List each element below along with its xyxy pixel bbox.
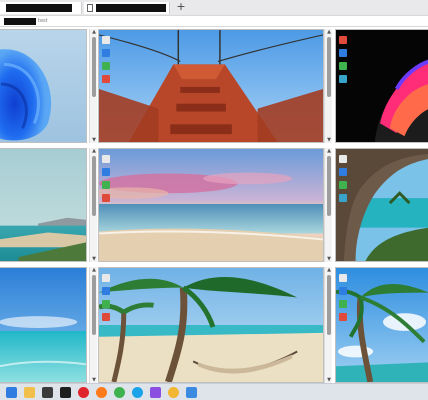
desktop-icon-2[interactable] <box>102 168 110 176</box>
desktop-icon-3[interactable] <box>339 62 347 70</box>
opera-icon[interactable] <box>78 387 89 398</box>
scroll-up-icon[interactable]: ▲ <box>326 149 332 154</box>
scroll-down-icon[interactable]: ▼ <box>91 138 97 143</box>
desktop-icon-3[interactable] <box>339 181 347 189</box>
redacted-tab-title <box>96 4 166 12</box>
redacted-address <box>4 18 36 25</box>
scrollbar-thumb[interactable] <box>92 275 96 335</box>
app-icon[interactable] <box>42 387 53 398</box>
hammock-beach-image <box>99 268 323 382</box>
scroll-up-icon[interactable]: ▲ <box>91 30 97 35</box>
desktop-icon-1[interactable] <box>339 36 347 44</box>
address-suffix: test <box>38 18 48 24</box>
chrome-icon[interactable] <box>114 387 125 398</box>
abstract-flower-image <box>336 30 428 142</box>
skype-icon[interactable] <box>132 387 143 398</box>
desktop-icon-1[interactable] <box>102 274 110 282</box>
taskbar <box>0 383 428 400</box>
scroll-up-icon[interactable]: ▲ <box>326 30 332 35</box>
beach-sunset-image <box>99 149 323 261</box>
windows-bloom-image <box>0 30 86 142</box>
rock-arch-image <box>336 149 428 261</box>
tile-hammock-beach[interactable] <box>98 267 324 383</box>
scrollbar-col-2[interactable]: ▲ ▼ <box>324 29 332 143</box>
scrollbar-col-1[interactable]: ▲ ▼ <box>89 29 97 143</box>
scrollbar-col-2[interactable]: ▲ ▼ <box>324 267 332 383</box>
desktop-icon-3[interactable] <box>339 300 347 308</box>
scroll-down-icon[interactable]: ▼ <box>326 257 332 262</box>
redacted-tab-title <box>6 4 72 12</box>
desktop-icons <box>339 155 349 207</box>
new-tab-button[interactable]: + <box>175 0 187 14</box>
tile-windows-bloom[interactable] <box>0 29 87 143</box>
scrollbar-thumb[interactable] <box>92 156 96 216</box>
firefox-icon[interactable] <box>96 387 107 398</box>
desktop-icon-3[interactable] <box>102 181 110 189</box>
desktop-icon-3[interactable] <box>102 300 110 308</box>
palm-sky-image <box>336 268 428 382</box>
scrollbar-col-1[interactable]: ▲ ▼ <box>89 267 97 383</box>
desktop-icon-2[interactable] <box>339 287 347 295</box>
desktop-icons <box>102 274 112 326</box>
scroll-up-icon[interactable]: ▲ <box>91 268 97 273</box>
terminal-icon[interactable] <box>60 387 71 398</box>
scrollbar-thumb[interactable] <box>327 156 331 216</box>
desktop-icons <box>102 36 112 88</box>
desktop-icon-4[interactable] <box>102 194 110 202</box>
desktop-icon-4[interactable] <box>102 75 110 83</box>
tile-turquoise-sea[interactable] <box>0 267 87 383</box>
tile-calm-coast[interactable] <box>0 148 87 262</box>
desktop-icon-4[interactable] <box>339 194 347 202</box>
desktop-icon-2[interactable] <box>102 49 110 57</box>
desktop-icon-3[interactable] <box>102 62 110 70</box>
scroll-up-icon[interactable]: ▲ <box>326 268 332 273</box>
address-bar[interactable]: test <box>0 15 428 27</box>
golden-gate-image <box>99 30 323 142</box>
desktop-icon-4[interactable] <box>102 313 110 321</box>
desktop-icon-2[interactable] <box>102 287 110 295</box>
file-explorer-icon[interactable] <box>24 387 35 398</box>
browser-chrome: + test <box>0 0 428 27</box>
scrollbar-col-2[interactable]: ▲ ▼ <box>324 148 332 262</box>
scrollbar-thumb[interactable] <box>92 37 96 97</box>
browser-tab-1[interactable] <box>0 2 82 14</box>
scroll-down-icon[interactable]: ▼ <box>326 378 332 383</box>
tile-rock-arch[interactable] <box>335 148 428 262</box>
desktop-icon-1[interactable] <box>339 155 347 163</box>
chrome-icon-2[interactable] <box>168 387 179 398</box>
document-icon <box>87 4 93 12</box>
tile-abstract-flower[interactable] <box>335 29 428 143</box>
scrollbar-thumb[interactable] <box>327 37 331 97</box>
desktop-icon-1[interactable] <box>339 274 347 282</box>
scrollbar-thumb[interactable] <box>327 275 331 335</box>
desktop-icon-2[interactable] <box>339 168 347 176</box>
desktop-icon-1[interactable] <box>102 155 110 163</box>
desktop-icons <box>102 155 112 207</box>
tile-golden-gate[interactable] <box>98 29 324 143</box>
scroll-down-icon[interactable]: ▼ <box>91 257 97 262</box>
scroll-down-icon[interactable]: ▼ <box>326 138 332 143</box>
photos-icon[interactable] <box>186 387 197 398</box>
desktop-icon-4[interactable] <box>339 75 347 83</box>
desktop-icon-1[interactable] <box>102 36 110 44</box>
scroll-up-icon[interactable]: ▲ <box>91 149 97 154</box>
desktop-icons <box>339 274 349 326</box>
wallpaper-grid: ▲ ▼ ▲ ▼ ▲ ▼ ▲ ▼ ▲ ▼ ▲ ▼ <box>0 27 428 383</box>
start-icon[interactable] <box>6 387 17 398</box>
tile-palm-sky[interactable] <box>335 267 428 383</box>
tile-beach-sunset[interactable] <box>98 148 324 262</box>
desktop-icon-4[interactable] <box>339 313 347 321</box>
store-icon[interactable] <box>150 387 161 398</box>
turquoise-sea-image <box>0 268 86 382</box>
calm-coast-image <box>0 149 86 261</box>
desktop-icons <box>339 36 349 88</box>
scrollbar-col-1[interactable]: ▲ ▼ <box>89 148 97 262</box>
desktop-icon-2[interactable] <box>339 49 347 57</box>
browser-tab-2[interactable] <box>84 2 170 14</box>
scroll-down-icon[interactable]: ▼ <box>91 378 97 383</box>
